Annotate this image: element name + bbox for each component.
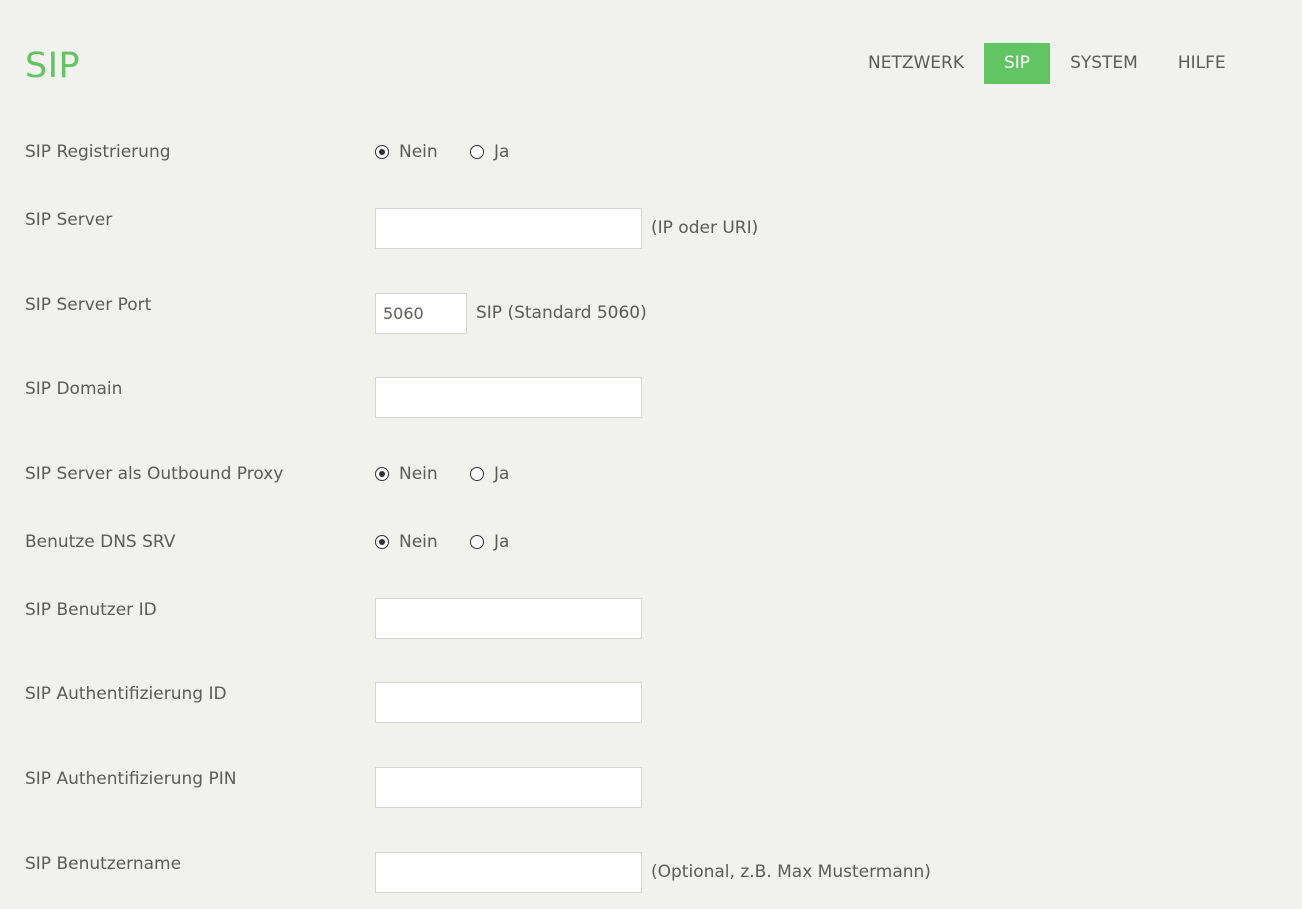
radio-label-no: Nein [399, 142, 438, 162]
sip-server-input[interactable] [375, 208, 642, 249]
sip-auth-id-input[interactable] [375, 682, 642, 723]
page-title: SIP [25, 46, 81, 86]
sip-domain-label: SIP Domain [25, 379, 123, 399]
nav-item-system[interactable]: SYSTEM [1050, 43, 1158, 84]
radio-unchecked-icon[interactable] [470, 467, 484, 481]
sip-server-port-hint: SIP (Standard 5060) [476, 303, 647, 323]
sip-auth-id-label: SIP Authentifizierung ID [25, 684, 227, 704]
sip-registration-no-radio[interactable]: Nein [375, 141, 438, 163]
radio-label-yes: Ja [494, 532, 510, 552]
dns-srv-label: Benutze DNS SRV [25, 532, 176, 552]
sip-registration-yes-radio[interactable]: Ja [470, 141, 509, 163]
sip-settings-page: SIP NETZWERK SIP SYSTEM HILFE SIP Regist… [0, 0, 1302, 909]
radio-checked-icon[interactable] [375, 145, 389, 159]
sip-server-label: SIP Server [25, 210, 113, 230]
nav-item-hilfe[interactable]: HILFE [1158, 43, 1246, 84]
sip-auth-pin-label: SIP Authentifizierung PIN [25, 769, 237, 789]
sip-registration-label: SIP Registrierung [25, 142, 171, 162]
sip-server-port-label: SIP Server Port [25, 295, 152, 315]
dns-srv-no-radio[interactable]: Nein [375, 531, 438, 553]
radio-label-yes: Ja [494, 464, 510, 484]
radio-checked-icon[interactable] [375, 467, 389, 481]
radio-checked-icon[interactable] [375, 535, 389, 549]
sip-server-port-input[interactable] [375, 293, 467, 334]
radio-unchecked-icon[interactable] [470, 535, 484, 549]
radio-unchecked-icon[interactable] [470, 145, 484, 159]
main-nav: NETZWERK SIP SYSTEM HILFE [848, 43, 1246, 84]
sip-domain-input[interactable] [375, 377, 642, 418]
radio-label-no: Nein [399, 464, 438, 484]
sip-server-hint: (IP oder URI) [651, 218, 759, 238]
sip-username-label: SIP Benutzername [25, 854, 182, 874]
outbound-proxy-label: SIP Server als Outbound Proxy [25, 464, 284, 484]
outbound-proxy-yes-radio[interactable]: Ja [470, 463, 509, 485]
radio-label-no: Nein [399, 532, 438, 552]
radio-label-yes: Ja [494, 142, 510, 162]
sip-auth-pin-input[interactable] [375, 767, 642, 808]
outbound-proxy-no-radio[interactable]: Nein [375, 463, 438, 485]
sip-username-input[interactable] [375, 852, 642, 893]
nav-item-sip[interactable]: SIP [984, 43, 1051, 84]
sip-username-hint: (Optional, z.B. Max Mustermann) [651, 862, 931, 882]
sip-user-id-label: SIP Benutzer ID [25, 600, 157, 620]
nav-item-netzwerk[interactable]: NETZWERK [848, 43, 984, 84]
sip-user-id-input[interactable] [375, 598, 642, 639]
dns-srv-yes-radio[interactable]: Ja [470, 531, 509, 553]
